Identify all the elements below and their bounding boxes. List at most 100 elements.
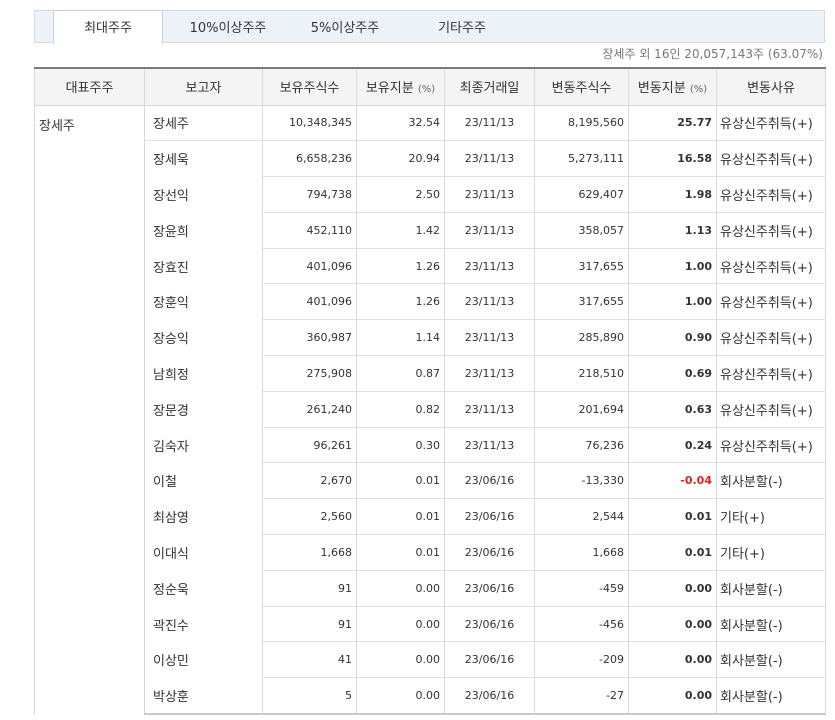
change-reason-cell: 회사분할(-) — [716, 641, 826, 679]
ratio-cell: 1.26 — [356, 283, 445, 321]
ratio-cell: 0.87 — [356, 355, 445, 392]
reporter-name-cell: 장윤희 — [144, 212, 263, 249]
change-reason-cell: 유상신주취득(+) — [716, 176, 826, 213]
col-header-reporter: 보고자 — [144, 67, 263, 106]
change-shares-cell: 201,694 — [534, 391, 629, 428]
change-shares-cell: -13,330 — [534, 462, 629, 500]
shareholder-table: 대표주주 보고자 보유주식수 보유지분 (%) 최종거래일 변동주식수 변동지분… — [34, 67, 826, 715]
change-reason-cell: 유상신주취득(+) — [716, 391, 826, 428]
change-ratio-cell: 0.69 — [628, 355, 717, 392]
table-row: 장윤희 452,110 1.42 23/11/13 358,057 1.13 유상신주취득(… — [35, 212, 826, 249]
reporter-name-cell: 장효진 — [144, 248, 263, 284]
col-header-change-ratio-unit: (%) — [689, 84, 708, 96]
reporter-name-cell: 박상훈 — [144, 677, 263, 715]
change-reason-cell: 유상신주취득(+) — [716, 105, 826, 142]
shares-cell: 5 — [262, 677, 357, 715]
last-trade-date-cell: 23/06/16 — [444, 462, 535, 500]
shares-cell: 2,560 — [262, 498, 357, 536]
reporter-name-cell: 이대식 — [144, 534, 263, 571]
change-shares-cell: 2,544 — [534, 498, 629, 536]
ratio-cell: 0.82 — [356, 391, 445, 428]
change-reason-cell: 회사분할(-) — [716, 606, 826, 643]
change-shares-cell: 358,057 — [534, 212, 629, 249]
change-ratio-cell: 0.00 — [628, 570, 717, 607]
shares-cell: 91 — [262, 606, 357, 643]
reporter-name-cell: 장선익 — [144, 176, 263, 213]
ratio-cell: 1.14 — [356, 319, 445, 357]
change-ratio-cell: 25.77 — [628, 105, 717, 142]
shares-cell: 1,668 — [262, 534, 357, 571]
ratio-cell: 0.00 — [356, 641, 445, 679]
change-reason-cell: 회사분할(-) — [716, 677, 826, 715]
col-header-change-shares: 변동주식수 — [534, 67, 629, 106]
change-shares-cell: 218,510 — [534, 355, 629, 392]
shares-cell: 275,908 — [262, 355, 357, 392]
tab-5pct-shareholder[interactable]: 5%이상주주 — [290, 11, 400, 44]
last-trade-date-cell: 23/11/13 — [444, 140, 535, 178]
change-reason-cell: 유상신주취득(+) — [716, 248, 826, 285]
change-ratio-cell: 0.00 — [628, 677, 717, 715]
change-reason-cell: 유상신주취득(+) — [716, 319, 826, 357]
last-trade-date-cell: 23/06/16 — [444, 641, 535, 679]
reporter-name-cell: 장세욱 — [144, 140, 263, 177]
change-shares-cell: -459 — [534, 570, 629, 607]
last-trade-date-cell: 23/06/16 — [444, 498, 535, 536]
shares-cell: 261,240 — [262, 391, 357, 428]
shares-cell: 96,261 — [262, 427, 357, 464]
change-reason-cell: 유상신주취득(+) — [716, 427, 826, 464]
ratio-cell: 0.00 — [356, 570, 445, 607]
table-row: 김숙자 96,261 0.30 23/11/13 76,236 0.24 유상신주취득(+) — [35, 427, 826, 464]
change-reason-cell: 유상신주취득(+) — [716, 355, 826, 392]
last-trade-date-cell: 23/06/16 — [444, 677, 535, 715]
col-header-last-trade-date: 최종거래일 — [444, 67, 535, 106]
ratio-cell: 0.01 — [356, 462, 445, 500]
last-trade-date-cell: 23/11/13 — [444, 427, 535, 464]
shares-cell: 794,738 — [262, 176, 357, 213]
col-header-ratio: 보유지분 (%) — [356, 67, 445, 106]
last-trade-date-cell: 23/06/16 — [444, 606, 535, 643]
col-header-representative: 대표주주 — [34, 67, 145, 106]
change-ratio-cell: 0.63 — [628, 391, 717, 428]
ratio-cell: 0.00 — [356, 677, 445, 715]
last-trade-date-cell: 23/11/13 — [444, 355, 535, 392]
table-row: 남희정 275,908 0.87 23/11/13 218,510 0.69 유상신주취득(… — [35, 355, 826, 392]
change-shares-cell: 285,890 — [534, 319, 629, 357]
shares-cell: 401,096 — [262, 248, 357, 285]
change-shares-cell: -209 — [534, 641, 629, 679]
reporter-name-cell: 김숙자 — [144, 427, 263, 463]
last-trade-date-cell: 23/11/13 — [444, 319, 535, 357]
tab-largest-shareholder[interactable]: 최대주주 — [53, 10, 163, 44]
shareholder-tabs: 최대주주 10%이상주주 5%이상주주 기타주주 — [34, 10, 825, 44]
ratio-cell: 0.01 — [356, 498, 445, 536]
change-reason-cell: 유상신주취득(+) — [716, 140, 826, 178]
table-row: 장세욱 6,658,236 20.94 23/11/13 5,273,111 16.58 유… — [35, 140, 826, 178]
tab-10pct-shareholder[interactable]: 10%이상주주 — [173, 11, 283, 44]
tab-other-shareholder[interactable]: 기타주주 — [407, 11, 517, 44]
last-trade-date-cell: 23/11/13 — [444, 248, 535, 285]
last-trade-date-cell: 23/06/16 — [444, 534, 535, 571]
change-reason-cell: 기타(+) — [716, 534, 826, 571]
ratio-cell: 2.50 — [356, 176, 445, 213]
table-row: 장선익 794,738 2.50 23/11/13 629,407 1.98 유상신주취득(… — [35, 176, 826, 213]
reporter-name-cell: 정순욱 — [144, 570, 263, 607]
table-row: 장훈익 401,096 1.26 23/11/13 317,655 1.00 유상신주취득(… — [35, 283, 826, 321]
change-reason-cell: 유상신주취득(+) — [716, 283, 826, 321]
change-ratio-cell: 1.00 — [628, 283, 717, 321]
representative-cell: 장세주 — [34, 105, 145, 714]
change-reason-cell: 기타(+) — [716, 498, 826, 536]
col-header-ratio-label: 보유지분 — [365, 81, 414, 97]
shares-cell: 91 — [262, 570, 357, 607]
change-shares-cell: -456 — [534, 606, 629, 643]
shares-cell: 401,096 — [262, 283, 357, 321]
shareholder-summary: 장세주 외 16인 20,057,143주 (63.07%) — [602, 47, 823, 61]
reporter-name-cell: 최삼영 — [144, 498, 263, 535]
change-ratio-cell: 0.01 — [628, 498, 717, 536]
ratio-cell: 0.01 — [356, 534, 445, 571]
col-header-change-ratio: 변동지분 (%) — [628, 67, 717, 106]
last-trade-date-cell: 23/11/13 — [444, 283, 535, 321]
col-header-change-ratio-label: 변동지분 — [637, 81, 686, 97]
shares-cell: 10,348,345 — [262, 105, 357, 142]
ratio-cell: 0.00 — [356, 606, 445, 643]
change-shares-cell: 8,195,560 — [534, 105, 629, 142]
change-shares-cell: 1,668 — [534, 534, 629, 571]
